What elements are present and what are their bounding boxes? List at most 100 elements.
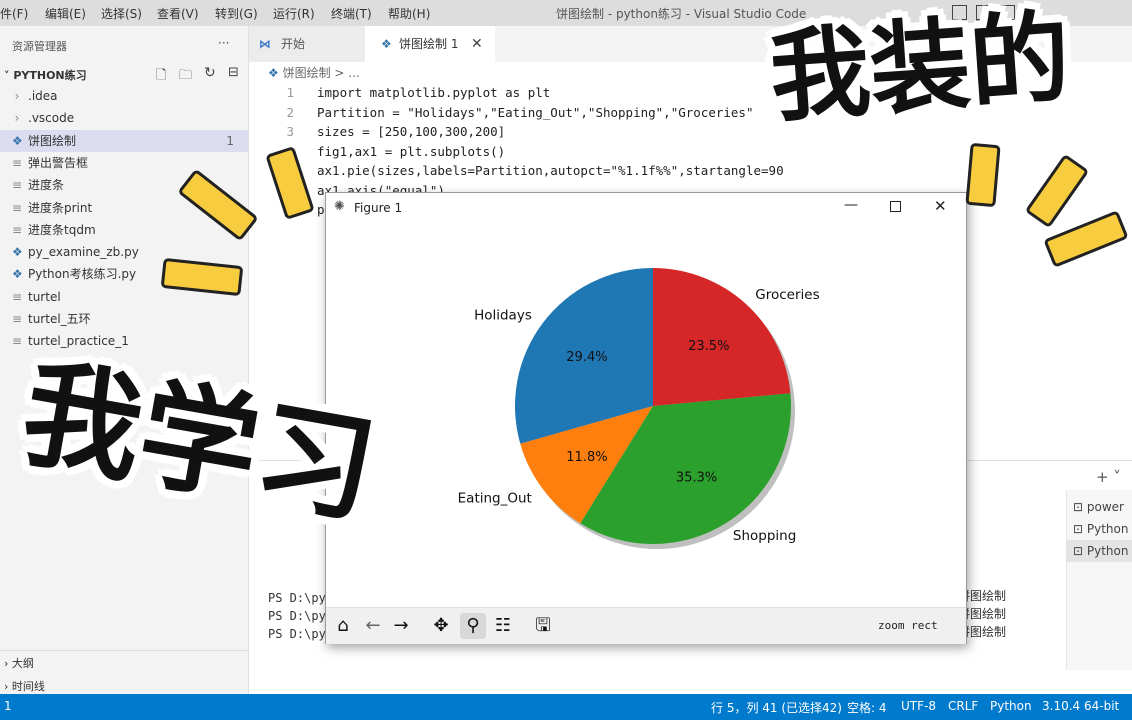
menu-run[interactable]: 运行(R): [273, 5, 315, 22]
code-line[interactable]: 4fig1,ax1 = plt.subplots(): [270, 144, 505, 164]
close-icon[interactable]: ✕: [934, 197, 947, 215]
text-file-icon: ≡: [12, 200, 23, 215]
code-line[interactable]: 2 Partition = "Holidays","Eating_Out","Sh…: [270, 104, 753, 125]
pie-category-label: Holidays: [474, 308, 532, 324]
back-icon[interactable]: ←: [360, 613, 386, 639]
menu-terminal[interactable]: 终端(T): [331, 5, 372, 22]
file-tree-label: 进度条: [28, 178, 65, 193]
matplotlib-logo-icon: ✺: [334, 199, 345, 214]
folder-header[interactable]: ˅ PYTHON练习: [4, 67, 87, 83]
python-interpreter[interactable]: 3.10.4 64-bit: [1042, 699, 1119, 713]
code-text: fig1,ax1 = plt.subplots(): [317, 143, 506, 159]
chevron-right-icon: ›: [14, 111, 20, 126]
file-tree-item[interactable]: ≡ turtel_五环: [0, 308, 248, 330]
pie-percent-label: 11.8%: [566, 450, 607, 465]
pie-chart: 29.4% Holidays 11.8% Eating_Out 35.3% Shoppin…: [458, 268, 820, 549]
home-icon[interactable]: ⌂: [330, 613, 356, 639]
tab-label: 开始: [281, 37, 306, 51]
file-tree-item[interactable]: ❖ py_examine_zb.py: [0, 241, 248, 263]
terminal-line: PS D:\py: [268, 591, 326, 605]
divider: [0, 650, 248, 651]
chevron-right-icon: ›: [4, 657, 12, 670]
explorer-header: 资源管理器: [12, 40, 67, 53]
outline-section[interactable]: › 大纲: [4, 655, 34, 671]
zoom-icon[interactable]: ⚲: [460, 613, 486, 639]
maximize-icon[interactable]: [890, 201, 901, 212]
file-tree-item[interactable]: ≡ 弹出警告框: [0, 152, 248, 174]
file-tree-item[interactable]: › .idea: [0, 85, 248, 107]
breadcrumb-text: 饼图绘制 > ...: [282, 66, 360, 80]
cursor-position[interactable]: 行 5，列 41 (已选择42): [711, 699, 842, 716]
python-file-icon: ❖: [12, 245, 23, 260]
terminal-list: ⊡ power ⊡ Python ⊡ Python: [1066, 490, 1132, 670]
save-icon[interactable]: 🖫: [530, 613, 556, 639]
toolbar-status: zoom rect: [878, 619, 938, 632]
menu-view[interactable]: 查看(V): [157, 5, 199, 22]
status-bar: 1 行 5，列 41 (已选择42) 空格: 4 UTF-8 CRLF Pyth…: [0, 694, 1132, 720]
file-tree-label: turtel_五环: [28, 312, 91, 326]
matplotlib-figure-window: ✺ Figure 1 — ✕ 29.4% Holidays 11.8% Eating_…: [325, 192, 967, 644]
line-ending[interactable]: CRLF: [948, 699, 978, 713]
pan-icon[interactable]: ✥: [428, 613, 454, 639]
pie-category-label: Shopping: [733, 528, 796, 544]
file-tree-item[interactable]: › .vscode: [0, 107, 248, 129]
breadcrumb[interactable]: ❖ 饼图绘制 > ...: [268, 64, 360, 81]
new-terminal-button[interactable]: + ˅: [1096, 468, 1121, 486]
menu-help[interactable]: 帮助(H): [388, 5, 430, 22]
terminal-list-label: Python: [1086, 522, 1129, 536]
terminal-list-item[interactable]: ⊡ power: [1073, 496, 1124, 518]
text-file-icon: ≡: [12, 334, 23, 349]
encoding[interactable]: UTF-8: [901, 699, 936, 713]
problems-count[interactable]: 1: [4, 699, 12, 713]
close-icon[interactable]: ✕: [471, 26, 483, 62]
line-number: 2: [286, 104, 294, 120]
indentation[interactable]: 空格: 4: [847, 699, 887, 716]
code-line[interactable]: 1 import matplotlib.pyplot as plt: [270, 85, 550, 105]
tab-pie-chart[interactable]: ❖ 饼图绘制 1 ✕: [365, 26, 495, 62]
pie-percent-label: 29.4%: [566, 350, 607, 365]
pie-category-label: Eating_Out: [458, 490, 532, 506]
file-tree-item[interactable]: ≡ 进度条tqdm: [0, 219, 248, 241]
terminal-line: PS D:\py: [268, 609, 326, 623]
menu-selection[interactable]: 选择(S): [101, 5, 142, 22]
python-file-icon: ❖: [268, 66, 283, 80]
collapse-all-icon[interactable]: ⊟: [228, 65, 239, 80]
more-actions-icon[interactable]: ···: [218, 36, 229, 50]
configure-subplots-icon[interactable]: ☷: [490, 613, 516, 639]
forward-icon[interactable]: →: [388, 613, 414, 639]
terminal-list-item[interactable]: ⊡ Python: [1067, 540, 1132, 562]
pie-percent-label: 35.3%: [676, 470, 717, 485]
menu-edit[interactable]: 编辑(E): [45, 5, 86, 22]
terminal-list-label: Python: [1086, 544, 1129, 558]
file-tree-label: Python考核练习.py: [28, 267, 137, 282]
file-tree-label: py_examine_zb.py: [28, 245, 139, 260]
minimize-icon[interactable]: —: [844, 197, 858, 213]
figure-title-bar[interactable]: ✺ Figure 1 — ✕: [326, 193, 966, 223]
python-file-icon: ❖: [12, 267, 23, 282]
file-tree-item[interactable]: ❖ 饼图绘制 1: [0, 129, 248, 152]
timeline-section[interactable]: › 时间线: [4, 678, 45, 694]
python-file-icon: ❖: [381, 37, 392, 51]
file-tree-label: .idea: [28, 89, 58, 103]
code-line[interactable]: 5ax1.pie(sizes,labels=Partition,autopct=…: [270, 163, 784, 183]
file-tree-label: 进度条tqdm: [28, 222, 96, 237]
code-line[interactable]: 3 sizes = [250,100,300,200]: [270, 124, 505, 144]
terminal-icon: ⊡: [1073, 544, 1087, 558]
refresh-icon[interactable]: ↻: [204, 65, 216, 81]
terminal-list-item[interactable]: ⊡ Python: [1073, 518, 1128, 540]
text-file-icon: ≡: [12, 155, 23, 170]
vscode-icon: ⋈: [259, 37, 271, 51]
file-tree-label: 弹出警告框: [28, 155, 89, 170]
code-text: ax1.pie(sizes,labels=Partition,autopct="…: [317, 163, 784, 178]
language-mode[interactable]: Python: [990, 699, 1032, 713]
menu-go[interactable]: 转到(G): [215, 5, 258, 22]
highlight-ray: [965, 142, 1001, 208]
line-number: 3: [286, 124, 294, 139]
menu-file[interactable]: 件(F): [0, 5, 28, 22]
figure-title: Figure 1: [354, 201, 403, 215]
pie-category-label: Groceries: [755, 287, 819, 303]
line-number: 1: [286, 85, 294, 100]
tab-welcome[interactable]: ⋈ 开始: [249, 26, 365, 62]
terminal-list-label: power: [1086, 500, 1124, 514]
text-file-icon: ≡: [12, 178, 23, 193]
